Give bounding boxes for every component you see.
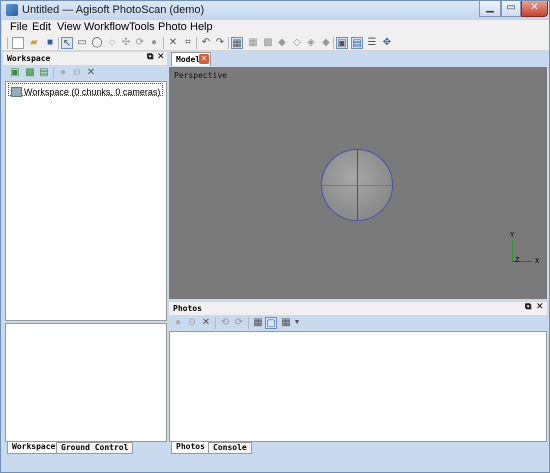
axis-z-label: Z	[515, 256, 520, 264]
axis-gizmo: Y Z X	[510, 231, 540, 267]
navigation-icon[interactable]: ✣	[120, 37, 132, 49]
tab-ground-control[interactable]: Ground Control	[56, 442, 134, 454]
region-icon[interactable]: ▦	[231, 37, 243, 49]
enable-photo-icon[interactable]: ●	[172, 317, 184, 329]
tab-model-label: Model	[176, 55, 201, 64]
title-bar: Untitled — Agisoft PhotoScan (demo) ▁ ▭ …	[1, 1, 549, 20]
workspace-icon	[11, 86, 22, 97]
thumbnails-icon[interactable]: ▤	[351, 37, 363, 49]
trackball-y-line	[322, 185, 392, 186]
app-icon	[6, 4, 18, 16]
workspace-panel-title: Workspace	[7, 54, 51, 63]
add-folder-icon[interactable]: ▤	[38, 67, 50, 79]
crop-icon[interactable]: ⌗	[182, 37, 194, 49]
menu-tools[interactable]: Tools	[129, 21, 155, 33]
cameras-icon[interactable]: ▣	[336, 37, 348, 49]
free-select-icon[interactable]: ◌	[106, 37, 118, 49]
workspace-tree: Workspace (0 chunks, 0 cameras)	[5, 81, 167, 321]
axis-y-line	[512, 239, 513, 261]
enable-icon[interactable]: ●	[57, 67, 69, 79]
window-title: Untitled — Agisoft PhotoScan (demo)	[22, 4, 205, 16]
tab-model[interactable]: Model ✕	[171, 52, 211, 66]
grid-icon[interactable]: ▦	[247, 37, 259, 49]
menu-file[interactable]: File	[10, 21, 28, 33]
main-toolbar: ▰ ■ ↖ ▭ ◯ ◌ ✣ ⟳ ● ✕ ⌗ ↶ ↷ ▦ ▦ ▩ ◆ ◇ ◈ ◆ …	[2, 35, 549, 51]
tab-photos[interactable]: Photos	[171, 442, 210, 454]
app-window: Untitled — Agisoft PhotoScan (demo) ▁ ▭ …	[0, 0, 550, 473]
tab-workspace[interactable]: Workspace	[7, 442, 61, 454]
select-icon[interactable]: ↖	[61, 37, 73, 49]
open-icon[interactable]: ▰	[28, 37, 40, 49]
remove-item-icon[interactable]: ✕	[85, 67, 97, 79]
photos-panel-header: Photos ⧉ ✕	[169, 302, 547, 315]
float-icon[interactable]: ⧉	[147, 52, 153, 62]
photos-list	[169, 331, 547, 442]
undo-icon[interactable]: ↶	[200, 37, 212, 49]
zoom-photos-icon[interactable]: ▦	[252, 317, 264, 329]
list-icon[interactable]: ☰	[366, 37, 378, 49]
trackball-sphere[interactable]	[321, 149, 393, 221]
resize-icon[interactable]: ●	[148, 37, 160, 49]
redo-icon[interactable]: ↷	[214, 37, 226, 49]
close-icon[interactable]: ✕	[521, 1, 548, 17]
viewport-label: Perspective	[174, 71, 227, 80]
rectangle-select-icon[interactable]: ▭	[76, 37, 88, 49]
menu-bar: File Edit View Workflow Tools Photo Help	[2, 20, 549, 35]
workspace-detail-area	[5, 323, 167, 442]
ellipse-select-icon[interactable]: ◯	[91, 37, 103, 49]
menu-edit[interactable]: Edit	[32, 21, 51, 33]
panel-close-icon[interactable]: ✕	[157, 52, 165, 62]
show-cameras-icon[interactable]: ▢	[265, 317, 277, 329]
add-photos-icon[interactable]: ▩	[24, 67, 36, 79]
tree-item-label: Workspace (0 chunks, 0 cameras)	[24, 86, 161, 97]
new-icon[interactable]	[12, 37, 24, 49]
model-viewport[interactable]: Perspective Y Z X	[169, 67, 547, 299]
textured-icon[interactable]: ◆	[320, 37, 332, 49]
solid-icon[interactable]: ◆	[276, 37, 288, 49]
shaded-icon[interactable]: ◈	[305, 37, 317, 49]
rotate-right-icon[interactable]: ⟳	[233, 317, 245, 329]
minimize-icon[interactable]: ▁	[479, 1, 501, 17]
photos-panel-title: Photos	[173, 304, 202, 313]
wireframe-icon[interactable]: ◇	[291, 37, 303, 49]
center-icon[interactable]: ✥	[381, 37, 393, 49]
add-chunk-icon[interactable]: ▣	[9, 67, 21, 79]
photos-float-icon[interactable]: ⧉	[525, 302, 531, 312]
menu-photo[interactable]: Photo	[158, 21, 187, 33]
tree-item-workspace[interactable]: Workspace (0 chunks, 0 cameras)	[8, 83, 164, 97]
workspace-toolbar: ▣ ▩ ▤ ● ⊖ ✕	[3, 65, 167, 81]
disable-photo-icon[interactable]: ⊖	[186, 317, 198, 329]
rotate-left-icon[interactable]: ⟲	[219, 317, 231, 329]
menu-workflow[interactable]: Workflow	[84, 21, 129, 33]
tab-close-icon[interactable]: ✕	[199, 54, 209, 64]
photos-toolbar: ● ⊖ ✕ ⟲ ⟳ ▦ ▢ ▦ ▼	[169, 315, 547, 331]
point-cloud-icon[interactable]: ▩	[262, 37, 274, 49]
menu-view[interactable]: View	[57, 21, 81, 33]
maximize-icon[interactable]: ▭	[501, 1, 521, 17]
save-icon[interactable]: ■	[44, 37, 56, 49]
disable-icon[interactable]: ⊖	[71, 67, 83, 79]
workspace-panel-header: Workspace ⧉ ✕	[3, 52, 167, 65]
photos-close-icon[interactable]: ✕	[536, 302, 544, 312]
axis-x-label: X	[535, 257, 540, 265]
remove-photo-icon[interactable]: ✕	[200, 317, 212, 329]
tab-console[interactable]: Console	[208, 442, 252, 454]
menu-help[interactable]: Help	[190, 21, 213, 33]
view-mode-dropdown-icon[interactable]: ▼	[291, 317, 303, 329]
axis-y-label: Y	[510, 231, 515, 239]
rotate-icon[interactable]: ⟳	[134, 37, 146, 49]
delete-icon[interactable]: ✕	[167, 37, 179, 49]
